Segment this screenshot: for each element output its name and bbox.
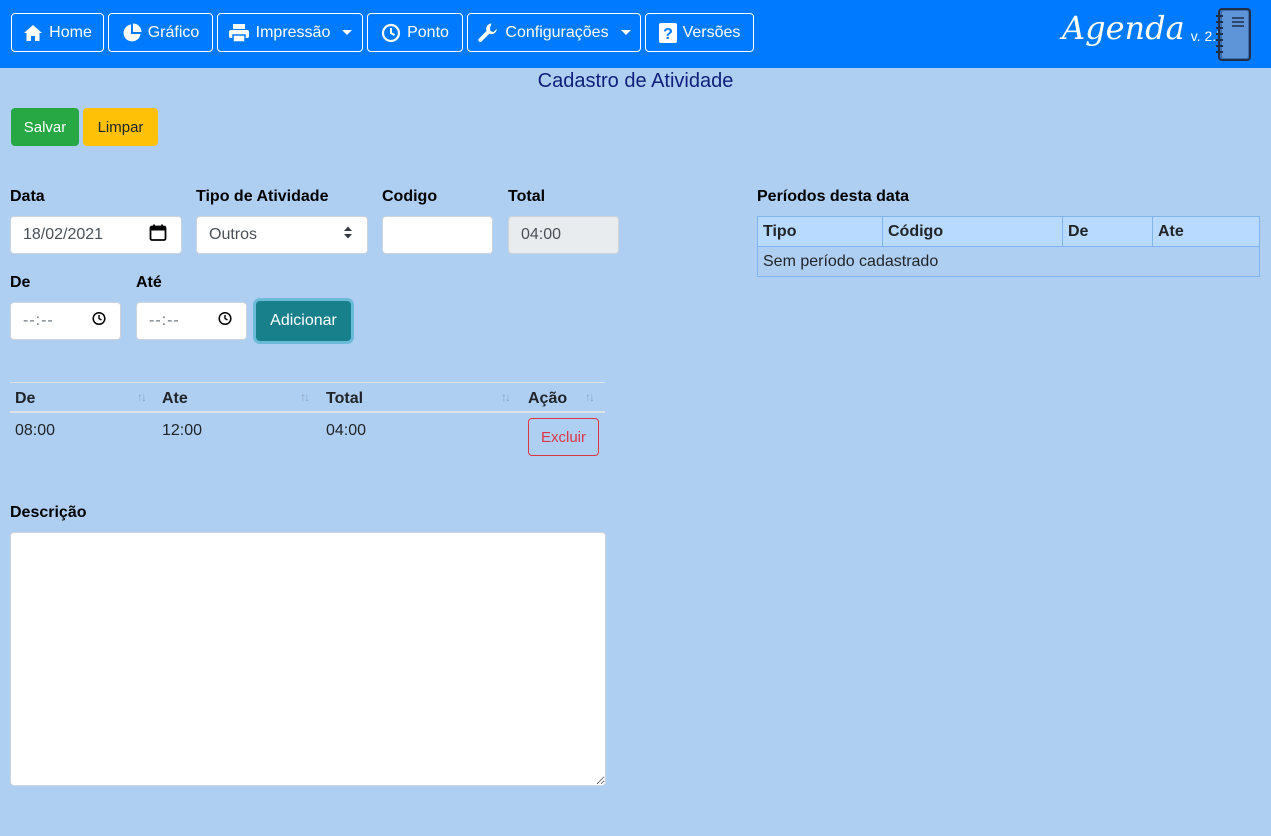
- wrench-icon: [477, 22, 499, 44]
- question-icon: ?: [658, 22, 677, 43]
- home-icon: [23, 24, 43, 42]
- code-label: Codigo: [382, 188, 438, 205]
- to-time-value: --:--: [149, 312, 180, 329]
- nav-home-button[interactable]: Home: [11, 13, 104, 52]
- activity-type-value: Outros: [209, 226, 258, 243]
- nav-settings-label: Configurações: [505, 23, 609, 41]
- chevron-down-icon: [342, 30, 353, 35]
- total-value: 04:00: [521, 226, 562, 243]
- date-value: 18/02/2021: [23, 226, 104, 243]
- nav-chart-button[interactable]: Gráfico: [108, 13, 213, 52]
- periods-header-to: Ate: [1152, 216, 1260, 247]
- to-time-label: Até: [136, 274, 162, 291]
- calendar-icon[interactable]: [149, 224, 167, 247]
- periods-empty-message: Sem período cadastrado: [757, 246, 1260, 277]
- nav-print-label: Impressão: [255, 23, 331, 41]
- delete-button[interactable]: Excluir: [528, 418, 599, 456]
- periods-header-row: Tipo Código De Ate: [757, 216, 1260, 247]
- description-label: Descrição: [10, 504, 87, 521]
- top-navbar: Home Gráfico Impressão Ponto Configuraçõ…: [0, 0, 1271, 68]
- nav-home-label: Home: [49, 23, 92, 41]
- clock-icon[interactable]: [92, 311, 106, 331]
- save-button[interactable]: Salvar: [11, 108, 79, 146]
- intervals-table: De ↑↓ Ate ↑↓ Total ↑↓ Ação ↑↓ 08:00 12:0…: [10, 382, 605, 439]
- sort-icon[interactable]: ↑↓: [137, 390, 147, 404]
- printer-icon: [228, 23, 250, 43]
- total-label: Total: [508, 188, 546, 205]
- total-input: 04:00: [508, 216, 619, 254]
- row-to: 12:00: [162, 422, 203, 439]
- periods-title: Períodos desta data: [757, 188, 910, 205]
- notebook-icon: [1214, 8, 1252, 67]
- nav-ponto-label: Ponto: [407, 23, 449, 41]
- column-header-to[interactable]: Ate: [162, 390, 188, 408]
- periods-header-type: Tipo: [757, 216, 883, 247]
- add-button[interactable]: Adicionar: [256, 301, 351, 341]
- periods-table: Tipo Código De Ate Sem período cadastrad…: [757, 216, 1260, 277]
- code-input[interactable]: [382, 216, 493, 254]
- clear-button[interactable]: Limpar: [83, 108, 158, 146]
- nav-print-dropdown[interactable]: Impressão: [217, 13, 363, 52]
- date-label: Data: [10, 188, 45, 205]
- column-header-total[interactable]: Total: [326, 390, 363, 408]
- pie-chart-icon: [122, 23, 142, 43]
- sort-icon[interactable]: ↑↓: [585, 390, 595, 404]
- sort-icon[interactable]: ↑↓: [300, 390, 310, 404]
- sort-icon[interactable]: ↑↓: [501, 390, 511, 404]
- intervals-table-header: De ↑↓ Ate ↑↓ Total ↑↓ Ação ↑↓: [10, 382, 605, 413]
- app-brand: Agenda v. 2.7: [1062, 6, 1224, 50]
- nav-chart-label: Gráfico: [147, 23, 200, 41]
- row-from: 08:00: [15, 422, 56, 439]
- date-input[interactable]: 18/02/2021: [10, 216, 182, 254]
- periods-header-from: De: [1062, 216, 1153, 247]
- activity-type-select[interactable]: Outros: [196, 216, 368, 254]
- activity-type-label: Tipo de Atividade: [196, 188, 329, 205]
- row-total: 04:00: [326, 422, 367, 439]
- from-time-value: --:--: [23, 312, 54, 329]
- select-arrows-icon: [343, 226, 353, 245]
- column-header-from[interactable]: De: [15, 390, 35, 408]
- from-time-label: De: [10, 274, 31, 291]
- page-title: Cadastro de Atividade: [537, 70, 734, 92]
- chevron-down-icon: [620, 30, 631, 35]
- clock-icon[interactable]: [218, 311, 232, 331]
- to-time-input[interactable]: --:--: [136, 302, 247, 340]
- table-row: Sem período cadastrado: [757, 246, 1260, 277]
- clock-icon: [381, 23, 401, 43]
- periods-header-code: Código: [882, 216, 1063, 247]
- from-time-input[interactable]: --:--: [10, 302, 121, 340]
- description-textarea[interactable]: [10, 532, 606, 786]
- column-header-action[interactable]: Ação: [528, 390, 567, 408]
- nav-versions-label: Versões: [682, 23, 741, 41]
- svg-text:?: ?: [663, 26, 673, 43]
- brand-name: Agenda: [1062, 9, 1185, 47]
- nav-ponto-button[interactable]: Ponto: [367, 13, 463, 52]
- nav-settings-dropdown[interactable]: Configurações: [467, 13, 641, 52]
- nav-versions-button[interactable]: ? Versões: [645, 13, 754, 52]
